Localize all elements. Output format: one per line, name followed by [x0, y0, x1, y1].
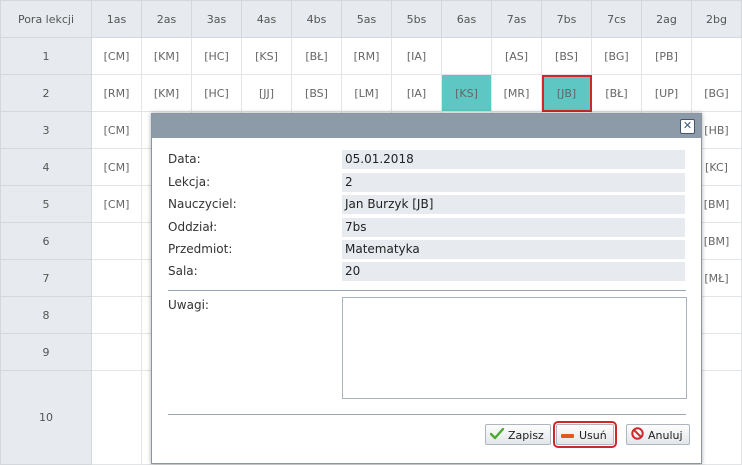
minus-icon: [561, 426, 575, 447]
forbidden-icon: [631, 426, 644, 447]
dialog-titlebar: ✕: [152, 114, 701, 138]
field-value-teacher: Jan Burzyk [JB]: [342, 195, 685, 214]
field-value-date: 05.01.2018: [342, 150, 685, 169]
field-label: Sala:: [168, 264, 198, 278]
field-value-class: 7bs: [342, 218, 685, 237]
divider: [168, 414, 686, 415]
field-value-subject: Matematyka: [342, 240, 685, 259]
divider: [168, 290, 686, 291]
field-label: Nauczyciel:: [168, 197, 237, 211]
close-icon[interactable]: ✕: [680, 119, 695, 134]
field-label: Przedmiot:: [168, 242, 233, 256]
cancel-label: Anuluj: [648, 429, 683, 442]
delete-button[interactable]: Usuń: [553, 421, 617, 448]
field-value-lesson: 2: [342, 173, 685, 192]
delete-label: Usuń: [579, 429, 607, 442]
save-label: Zapisz: [508, 429, 544, 442]
check-icon: [489, 426, 505, 447]
notes-textarea[interactable]: [342, 297, 687, 399]
lesson-dialog: ✕ Data: 05.01.2018 Lekcja: 2 Nauczyciel:…: [151, 113, 702, 464]
save-button[interactable]: Zapisz: [485, 424, 551, 445]
cancel-button[interactable]: Anuluj: [626, 424, 690, 445]
field-label: Data:: [168, 152, 201, 166]
field-value-room: 20: [342, 262, 685, 281]
notes-label: Uwagi:: [168, 298, 209, 312]
field-label: Oddział:: [168, 220, 218, 234]
field-label: Lekcja:: [168, 175, 211, 189]
